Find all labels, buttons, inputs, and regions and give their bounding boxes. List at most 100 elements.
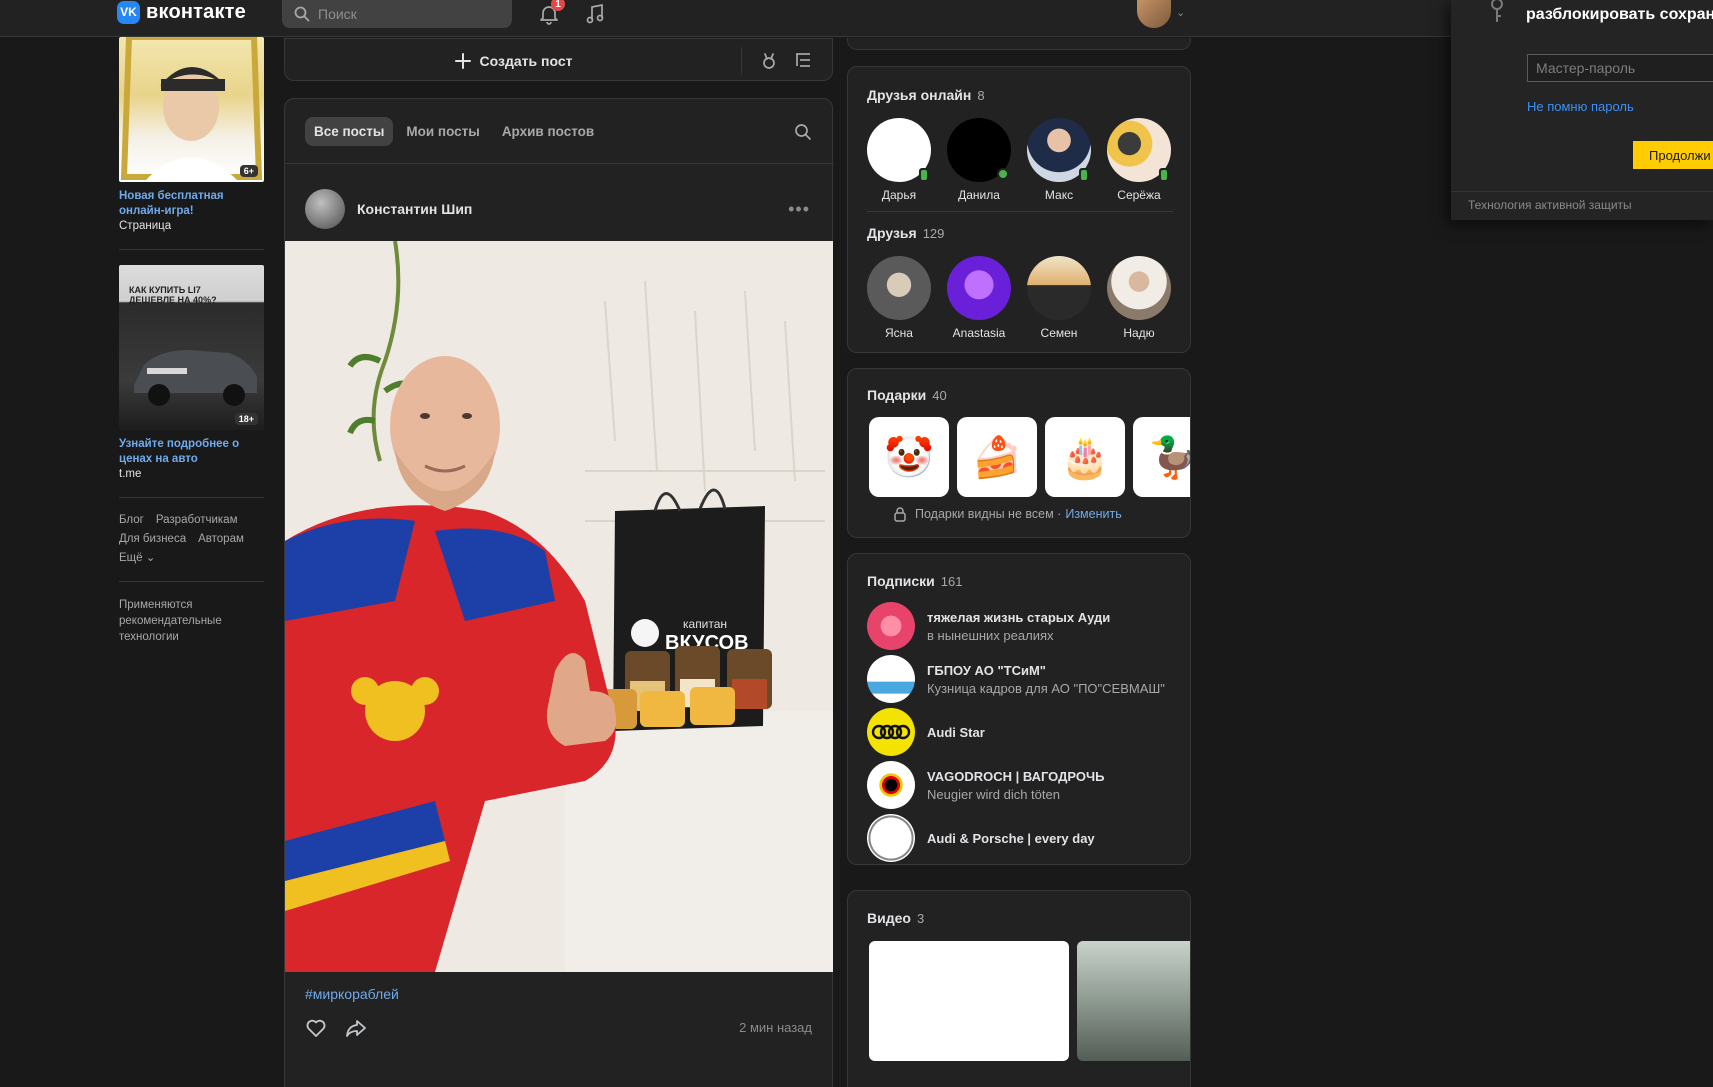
subscription-item[interactable]: тяжелая жизнь старых Ауди в нынешних реал… (867, 602, 1110, 650)
videos-title[interactable]: Видео 3 (867, 910, 924, 926)
plus-icon (454, 52, 471, 69)
author-avatar[interactable] (305, 189, 345, 229)
gift-item[interactable]: 🤡 (869, 417, 949, 497)
videos-count: 3 (916, 911, 925, 926)
ad-image-car[interactable]: КАК КУПИТЬ LI7 ДЕШЕВЛЕ НА 40%? 18+ (119, 265, 264, 430)
footer-link-developers[interactable]: Разработчикам (156, 513, 238, 528)
lock-icon (894, 507, 906, 522)
continue-button[interactable]: Продолжи (1633, 141, 1713, 169)
subscription-desc: Neugier wird dich töten (927, 786, 1060, 802)
avatar (867, 602, 915, 650)
footer-link-more[interactable]: Ещё ⌄ (119, 551, 155, 566)
avatar (867, 256, 931, 320)
subscription-item[interactable]: Audi & Porsche | every day (867, 814, 1095, 862)
subscription-name: VAGODROCH | ВАГОДРОЧЬ (927, 768, 1105, 784)
chevron-down-icon: ⌄ (145, 552, 156, 564)
music-button[interactable] (581, 0, 609, 28)
ad-image-game[interactable]: 6+ (119, 37, 264, 182)
search-icon[interactable] (794, 123, 812, 141)
clips-icon[interactable] (759, 50, 779, 70)
friends-title[interactable]: Друзья 129 (867, 225, 944, 241)
master-password-field[interactable] (1527, 54, 1713, 82)
post-time[interactable]: 2 мин назад (739, 1020, 812, 1035)
avatar (947, 118, 1011, 182)
music-icon (586, 3, 604, 24)
avatar (867, 761, 915, 809)
friend-item[interactable]: Семен (1027, 256, 1091, 340)
subscription-item[interactable]: VAGODROCH | ВАГОДРОЧЬ Neugier wird dich t… (867, 761, 1104, 809)
like-icon[interactable] (305, 1017, 327, 1039)
friends-online-title[interactable]: Друзья онлайн 8 (867, 87, 985, 103)
title-label: Друзья онлайн (867, 87, 972, 103)
cake-icon: 🍰 (972, 435, 1022, 480)
chevron-down-icon[interactable]: ⌄ (1176, 6, 1185, 19)
friend-name: Макс (1044, 188, 1074, 202)
friend-item[interactable]: Ясна (867, 256, 931, 340)
vk-logo[interactable]: VK вконтакте (117, 0, 246, 24)
subscriptions-title[interactable]: Подписки 161 (867, 573, 962, 589)
tab-archive[interactable]: Архив постов (493, 117, 603, 146)
tab-my-posts[interactable]: Мои посты (397, 117, 488, 146)
card-top-fragment (847, 38, 1191, 50)
friend-item[interactable]: Надю (1107, 256, 1171, 340)
friend-name: Надю (1123, 326, 1155, 340)
post-hashtag[interactable]: #миркораблей (305, 986, 399, 1002)
avatar (1027, 256, 1091, 320)
friends-online-count: 8 (977, 88, 985, 103)
title-label: Подарки (867, 387, 927, 403)
footer-link-business[interactable]: Для бизнеса (119, 532, 186, 547)
subscription-desc: Кузница кадров для АО "ПО"СЕВМАШ" (927, 680, 1165, 696)
footer-link-blog[interactable]: Блог (119, 513, 144, 528)
avatar (1107, 256, 1171, 320)
game-character-illustration (120, 37, 263, 182)
friend-name: Семен (1040, 326, 1078, 340)
profile-avatar[interactable] (1137, 0, 1171, 28)
forgot-password-link[interactable]: Не помню пароль (1527, 99, 1634, 114)
sort-icon[interactable] (793, 50, 813, 70)
gift-item[interactable]: 🦆 (1133, 417, 1190, 497)
friend-item[interactable]: Серёжа (1107, 118, 1171, 202)
friend-item[interactable]: Anastasia (947, 256, 1011, 340)
duck-icon: 🦆 (1148, 434, 1190, 481)
share-icon[interactable] (345, 1017, 367, 1039)
gift-item[interactable]: 🎂 (1045, 417, 1125, 497)
online-indicator (997, 168, 1009, 180)
friend-name: Ясна (885, 326, 913, 340)
search-box[interactable] (282, 0, 512, 28)
avatar (1027, 118, 1091, 182)
create-post-button[interactable]: Создать пост (285, 39, 741, 82)
friends-count: 129 (922, 226, 945, 241)
video-thumbnail[interactable] (869, 941, 1069, 1061)
ad-subtitle: t.me (119, 468, 142, 480)
more-options-icon[interactable]: ••• (788, 199, 810, 220)
friend-item[interactable]: Макс (1027, 118, 1091, 202)
gift-item[interactable]: 🍰 (957, 417, 1037, 497)
popup-footer: Технология активной защиты (1451, 191, 1713, 212)
avatar (1107, 118, 1171, 182)
gifts-title[interactable]: Подарки 40 (867, 387, 947, 403)
friends-list: Ясна Anastasia Семен Надю (867, 256, 1171, 340)
ad-title[interactable]: Узнайте подробнее о ценах на авто (119, 437, 264, 467)
friend-item[interactable]: Данила (947, 118, 1011, 202)
title-label: Видео (867, 910, 911, 926)
notifications-button[interactable]: 1 (535, 0, 565, 28)
car-image (134, 350, 257, 406)
footer-link-authors[interactable]: Авторам (198, 532, 244, 547)
subscription-item[interactable]: Audi Star (867, 708, 985, 756)
friend-name: Дарья (881, 188, 917, 202)
more-label: Ещё (119, 552, 143, 564)
post-actions (305, 1017, 367, 1039)
friend-item[interactable]: Дарья (867, 118, 931, 202)
subscription-name: ГБПОУ АО "ТСиМ" (927, 662, 1046, 678)
subscription-item[interactable]: ГБПОУ АО "ТСиМ" Кузница кадров для АО "ПО… (867, 655, 1165, 703)
post-photo[interactable]: капитан ВКУСОВ (285, 241, 833, 972)
password-manager-popup: разблокировать сохран Не помню пароль Пр… (1451, 0, 1713, 220)
video-thumbnail[interactable] (1077, 941, 1190, 1061)
ad-title[interactable]: Новая бесплатная онлайн-игра! (119, 189, 264, 219)
gifts-change-link[interactable]: Изменить (1065, 507, 1121, 521)
tab-all-posts[interactable]: Все посты (305, 117, 394, 146)
search-input[interactable] (318, 6, 498, 22)
divider (119, 497, 264, 498)
subscription-desc: в нынешних реалиях (927, 627, 1054, 643)
author-name[interactable]: Константин Шип (357, 201, 472, 217)
